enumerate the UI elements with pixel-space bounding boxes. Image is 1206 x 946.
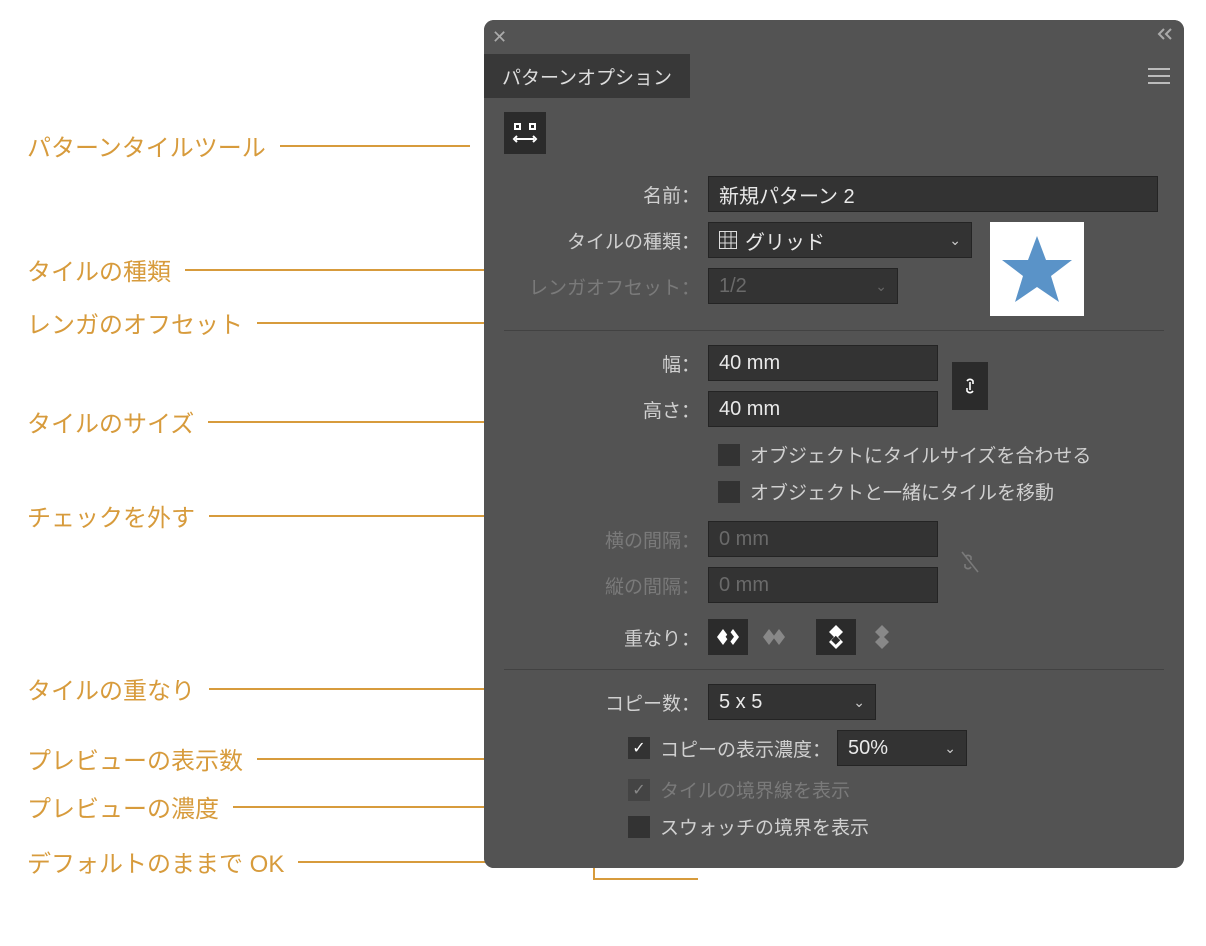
vspacing-input — [708, 567, 938, 603]
hspacing-input — [708, 521, 938, 557]
height-label: 高さ： — [504, 396, 708, 423]
copies-value: 5 x 5 — [719, 691, 762, 714]
row-show-swatch-edge: スウォッチの境界を表示 — [628, 813, 1164, 840]
tile-type-value: グリッド — [745, 226, 825, 255]
dim-copies-checkbox[interactable]: ✓ — [628, 737, 650, 759]
separator — [504, 669, 1164, 670]
grid-icon — [719, 231, 737, 249]
tile-type-label: タイルの種類： — [504, 227, 708, 254]
copies-label: コピー数： — [504, 689, 708, 716]
dim-copies-value: 50% — [848, 737, 888, 760]
row-overlap: 重なり： — [504, 619, 1164, 655]
annotation-label: レンガのオフセット — [27, 305, 243, 340]
vspacing-label: 縦の間隔： — [504, 572, 708, 599]
copies-select[interactable]: 5 x 5 ⌄ — [708, 684, 876, 720]
overlap-button-group — [708, 619, 902, 655]
row-name: 名前： — [504, 176, 1164, 212]
move-tile-checkbox[interactable] — [718, 481, 740, 503]
unlink-spacing-icon — [952, 538, 988, 586]
close-icon[interactable]: ✕ — [492, 27, 507, 48]
panel-body: 名前： タイルの種類： グリッド ⌄ — [484, 98, 1184, 868]
separator — [504, 330, 1164, 331]
fit-tile-label: オブジェクトにタイルサイズを合わせる — [750, 441, 1091, 468]
tile-type-select[interactable]: グリッド ⌄ — [708, 222, 972, 258]
brick-offset-label: レンガオフセット： — [504, 273, 708, 300]
link-dimensions-button[interactable] — [952, 362, 988, 410]
tab-pattern-options[interactable]: パターンオプション — [484, 54, 690, 98]
annotation-label: プレビューの表示数 — [27, 741, 243, 776]
name-label: 名前： — [504, 181, 708, 208]
overlap-label: 重なり： — [504, 624, 708, 651]
hspacing-label: 横の間隔： — [504, 526, 708, 553]
width-input[interactable] — [708, 345, 938, 381]
row-dim-copies: ✓ コピーの表示濃度： 50% ⌄ — [628, 730, 1164, 766]
star-icon — [998, 230, 1076, 308]
row-show-tile-edge: ✓ タイルの境界線を表示 — [628, 776, 1164, 803]
annotation-label: プレビューの濃度 — [27, 789, 219, 824]
height-input[interactable] — [708, 391, 938, 427]
overlap-top-front-button[interactable] — [816, 619, 856, 655]
row-vspacing: 縦の間隔： — [504, 567, 938, 603]
annotation-tile-type: タイルの種類 — [27, 252, 530, 287]
panel-titlebar: ✕ — [484, 20, 1184, 54]
show-tile-edge-label: タイルの境界線を表示 — [660, 776, 850, 803]
row-hspacing: 横の間隔： — [504, 521, 938, 557]
row-brick-offset: レンガオフセット： 1/2 ⌄ — [504, 268, 972, 304]
dim-copies-select[interactable]: 50% ⌄ — [837, 730, 967, 766]
show-swatch-edge-checkbox[interactable] — [628, 816, 650, 838]
overlap-right-front-button[interactable] — [754, 619, 794, 655]
row-move-tile-check: オブジェクトと一緒にタイルを移動 — [718, 478, 1164, 505]
annotation-label: チェックを外す — [27, 498, 195, 533]
pattern-options-panel: ✕ パターンオプション 名前： タイルの種類： — [484, 20, 1184, 868]
annotation-brick-offset: レンガのオフセット — [27, 305, 507, 340]
show-tile-edge-checkbox: ✓ — [628, 779, 650, 801]
fit-tile-checkbox[interactable] — [718, 444, 740, 466]
move-tile-label: オブジェクトと一緒にタイルを移動 — [750, 478, 1054, 505]
panel-menu-icon[interactable] — [1148, 54, 1170, 98]
annotation-label: タイルの重なり — [27, 671, 195, 706]
brick-offset-value: 1/2 — [719, 275, 747, 298]
panel-tabbar: パターンオプション — [484, 54, 1184, 98]
row-fit-tile-check: オブジェクトにタイルサイズを合わせる — [718, 441, 1164, 468]
overlap-bottom-front-button[interactable] — [862, 619, 902, 655]
row-height: 高さ： — [504, 391, 938, 427]
row-width: 幅： — [504, 345, 938, 381]
chevron-down-icon: ⌄ — [949, 232, 961, 249]
brick-offset-select: 1/2 ⌄ — [708, 268, 898, 304]
annotation-tile-tool: パターンタイルツール — [27, 128, 470, 163]
tab-label: パターンオプション — [502, 63, 672, 90]
width-label: 幅： — [504, 350, 708, 377]
row-copies: コピー数： 5 x 5 ⌄ — [504, 684, 1164, 720]
chevron-down-icon: ⌄ — [853, 694, 865, 711]
pattern-tile-tool-button[interactable] — [504, 112, 546, 154]
row-tile-type: タイルの種類： グリッド ⌄ — [504, 222, 972, 258]
annotation-label: タイルのサイズ — [27, 404, 194, 439]
annotation-label: デフォルトのままで OK — [27, 844, 284, 879]
chevron-down-icon: ⌄ — [875, 278, 887, 295]
annotation-label: タイルの種類 — [27, 252, 171, 287]
chevron-down-icon: ⌄ — [944, 740, 956, 757]
pattern-preview-swatch — [990, 222, 1084, 316]
collapse-icon[interactable] — [1156, 26, 1174, 46]
show-swatch-edge-label: スウォッチの境界を表示 — [660, 813, 869, 840]
annotation-label: パターンタイルツール — [27, 128, 266, 163]
name-input[interactable] — [708, 176, 1158, 212]
dim-copies-label: コピーの表示濃度： — [660, 735, 831, 762]
overlap-left-front-button[interactable] — [708, 619, 748, 655]
